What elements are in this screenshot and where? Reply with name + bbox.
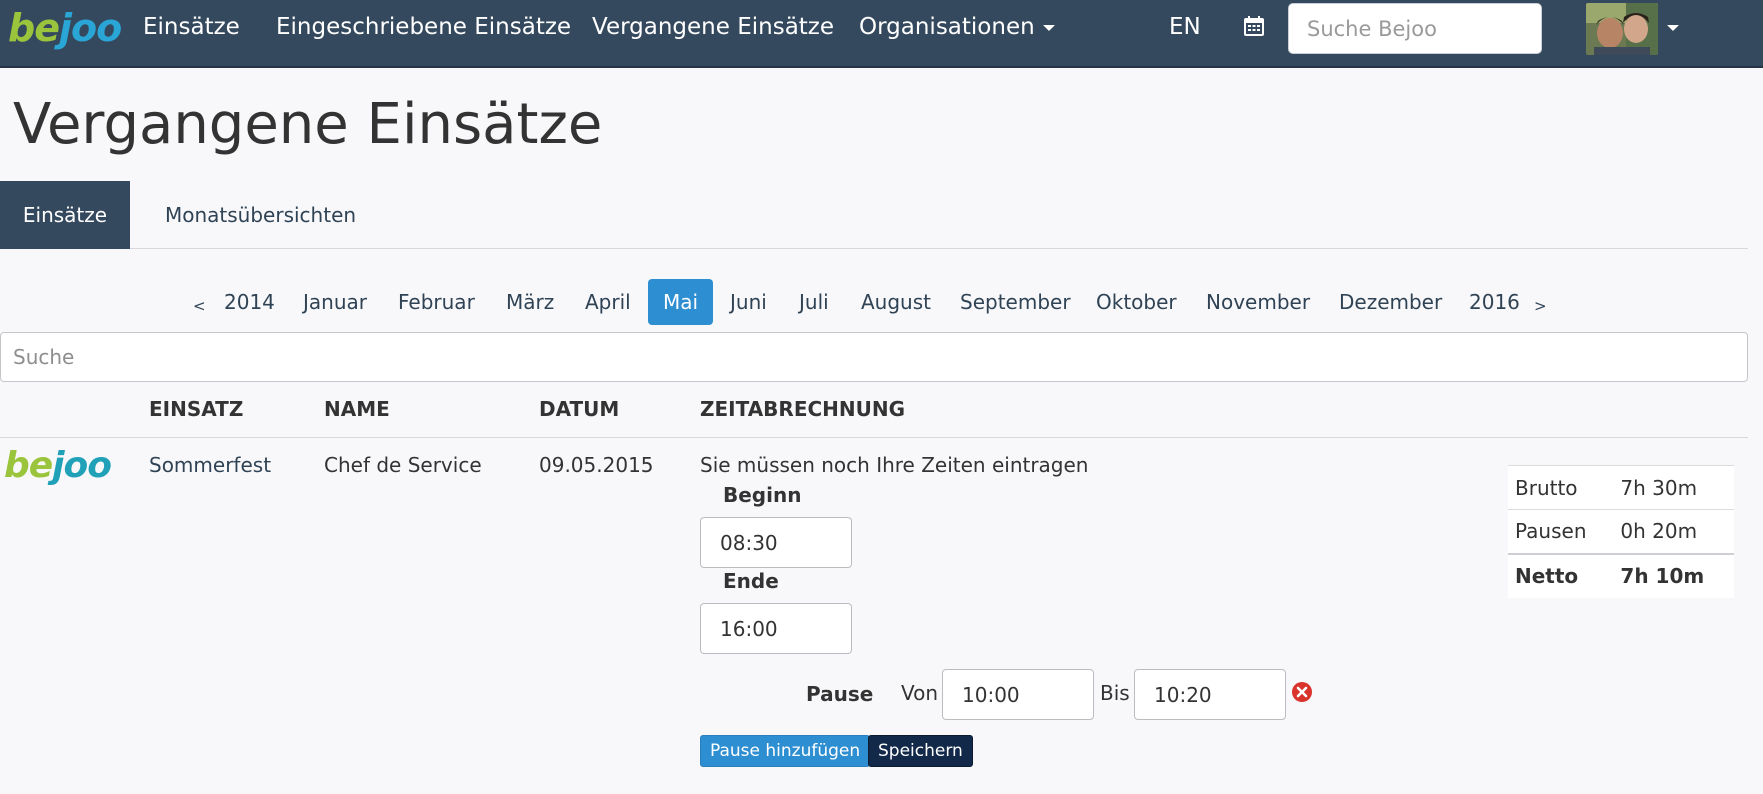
netto-value: 7h 10m xyxy=(1613,552,1734,598)
beginn-label: Beginn xyxy=(723,483,802,507)
pager-prev-year[interactable]: 2014 xyxy=(224,279,275,325)
organisation-logo: bejoo xyxy=(4,445,112,486)
column-header-einsatz: EINSATZ xyxy=(149,397,244,421)
bejoo-logo[interactable]: bejoo xyxy=(8,6,122,50)
column-header-datum: DATUM xyxy=(539,397,620,421)
chevron-down-icon xyxy=(1042,24,1055,31)
name-cell: Chef de Service xyxy=(324,453,482,477)
navbar: bejoo Einsätze Eingeschriebene Einsätze … xyxy=(0,0,1763,68)
pause-bis-input[interactable] xyxy=(1134,669,1286,720)
tab-bar: Einsätze Monatsübersichten xyxy=(0,181,1748,249)
von-label: Von xyxy=(901,681,939,705)
time-entry-notice: Sie müssen noch Ihre Zeiten eintragen xyxy=(700,453,1089,477)
pause-von-input[interactable] xyxy=(942,669,1094,720)
pager-month-oktober[interactable]: Oktober xyxy=(1096,279,1177,325)
pager-month-juli[interactable]: Juli xyxy=(799,279,829,325)
pager-month-maerz[interactable]: März xyxy=(506,279,554,325)
pager-month-februar[interactable]: Februar xyxy=(398,279,475,325)
nav-link-eingeschriebene-einsaetze[interactable]: Eingeschriebene Einsätze xyxy=(276,12,571,42)
summary-row-brutto: Brutto 7h 30m xyxy=(1508,465,1734,510)
pager-month-august[interactable]: August xyxy=(861,279,931,325)
einsatz-link[interactable]: Sommerfest xyxy=(149,453,271,477)
logo-part-joo: joo xyxy=(58,6,122,50)
table-header-divider xyxy=(0,437,1748,438)
tab-monatsuebersichten[interactable]: Monatsübersichten xyxy=(165,181,356,249)
ende-time-input[interactable] xyxy=(700,603,852,654)
beginn-time-input[interactable] xyxy=(700,517,852,568)
pager-month-november[interactable]: November xyxy=(1206,279,1310,325)
language-switch[interactable]: EN xyxy=(1169,12,1201,42)
pager-month-mai[interactable]: Mai xyxy=(648,279,714,325)
summary-row-netto: Netto 7h 10m xyxy=(1508,552,1734,598)
time-summary-table: Brutto 7h 30m Pausen 0h 20m Netto 7h 10m xyxy=(1508,465,1734,598)
global-search-input[interactable] xyxy=(1288,3,1542,54)
bis-label: Bis xyxy=(1100,681,1130,705)
user-menu-chevron-down-icon[interactable] xyxy=(1667,25,1679,31)
ende-label: Ende xyxy=(723,569,779,593)
pager-prev-arrow[interactable]: < xyxy=(193,283,206,329)
pager-next-arrow[interactable]: > xyxy=(1534,283,1547,329)
pager-month-januar[interactable]: Januar xyxy=(303,279,367,325)
column-header-zeitabrechnung: ZEITABRECHNUNG xyxy=(700,397,906,421)
pausen-value: 0h 20m xyxy=(1613,509,1734,554)
month-pager: < 2014 Januar Februar März April Mai Jun… xyxy=(0,279,1763,325)
logo-part-be: be xyxy=(8,6,60,50)
netto-label: Netto xyxy=(1508,552,1614,598)
user-avatar[interactable] xyxy=(1586,3,1658,55)
add-pause-button[interactable]: Pause hinzufügen xyxy=(700,735,871,767)
tab-einsaetze[interactable]: Einsätze xyxy=(0,181,130,249)
pause-label: Pause xyxy=(806,682,874,706)
nav-link-einsaetze[interactable]: Einsätze xyxy=(143,12,240,42)
brutto-label: Brutto xyxy=(1508,465,1614,510)
pager-month-september[interactable]: September xyxy=(960,279,1071,325)
row-logo-part-be: be xyxy=(4,445,53,486)
pager-month-dezember[interactable]: Dezember xyxy=(1339,279,1442,325)
nav-dropdown-organisationen[interactable]: Organisationen xyxy=(859,12,1055,42)
calendar-icon[interactable] xyxy=(1242,14,1266,38)
datum-cell: 09.05.2015 xyxy=(539,453,654,477)
page-title: Vergangene Einsätze xyxy=(13,92,603,157)
row-logo-part-joo: joo xyxy=(52,445,112,486)
summary-row-pausen: Pausen 0h 20m xyxy=(1508,509,1734,554)
pager-month-april[interactable]: April xyxy=(585,279,631,325)
organisationen-label: Organisationen xyxy=(859,14,1035,40)
nav-link-vergangene-einsaetze[interactable]: Vergangene Einsätze xyxy=(592,12,834,42)
remove-pause-icon[interactable] xyxy=(1292,682,1312,702)
column-header-name: NAME xyxy=(324,397,390,421)
pager-next-year[interactable]: 2016 xyxy=(1469,279,1520,325)
search-input[interactable] xyxy=(0,332,1748,382)
brutto-value: 7h 30m xyxy=(1613,465,1734,510)
pausen-label: Pausen xyxy=(1508,509,1614,554)
pager-month-juni[interactable]: Juni xyxy=(730,279,767,325)
save-button[interactable]: Speichern xyxy=(868,735,973,767)
